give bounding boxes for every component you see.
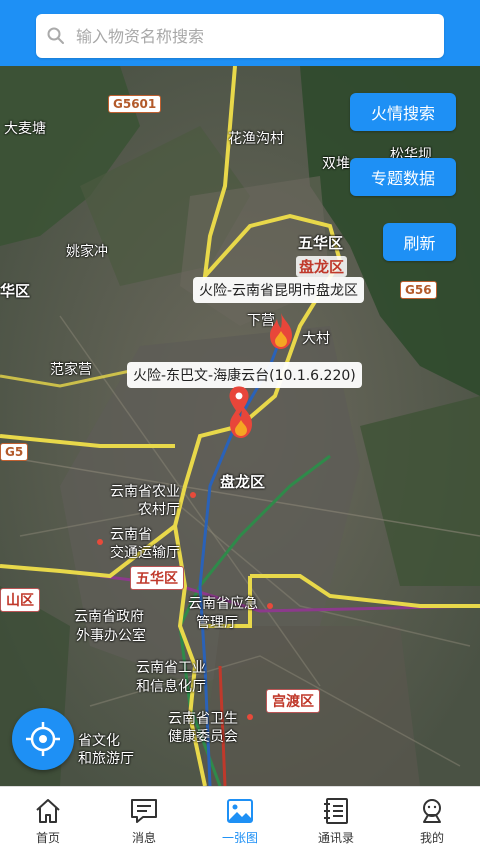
map-label: 健康委员会 bbox=[168, 729, 238, 745]
bottom-nav: 首页 消息 一张图 通讯录 我的 bbox=[0, 786, 480, 854]
road-badge: G5 bbox=[0, 443, 29, 461]
road-badge: G5601 bbox=[108, 95, 162, 113]
refresh-button[interactable]: 刷新 bbox=[383, 223, 456, 261]
fire-icon[interactable] bbox=[226, 400, 256, 440]
top-bar bbox=[0, 0, 480, 66]
map-label: 农村厅 bbox=[138, 502, 180, 518]
nav-item-profile[interactable]: 我的 bbox=[384, 787, 480, 854]
satellite-map[interactable]: 大麦塘 花渔沟村 双堆 松华坝 姚家冲 五华区 盘龙区 华区 范家营 下营 大村… bbox=[0, 66, 480, 786]
nav-label: 首页 bbox=[35, 830, 60, 845]
map-label: 管理厅 bbox=[196, 615, 238, 631]
map-label: 华区 bbox=[0, 282, 31, 300]
map-label: 云南省卫生 bbox=[168, 711, 238, 727]
search-box[interactable] bbox=[36, 14, 444, 58]
message-icon bbox=[131, 798, 157, 823]
locate-button[interactable] bbox=[12, 708, 74, 770]
home-icon bbox=[36, 798, 60, 823]
nav-label: 一张图 bbox=[221, 830, 258, 845]
district-badge: 五华区 bbox=[130, 566, 184, 590]
nav-item-map[interactable]: 一张图 bbox=[192, 787, 288, 854]
topic-data-button[interactable]: 专题数据 bbox=[350, 158, 456, 196]
search-icon bbox=[47, 27, 64, 44]
map-label: 大麦塘 bbox=[4, 121, 46, 137]
map-label: 和旅游厅 bbox=[78, 751, 134, 767]
nav-item-messages[interactable]: 消息 bbox=[96, 787, 192, 854]
contacts-icon bbox=[324, 797, 348, 824]
map-label: 和信息化厅 bbox=[136, 679, 206, 695]
map-image-icon bbox=[227, 798, 253, 823]
map-label: 交通运输厅 bbox=[110, 545, 180, 561]
map-label: 云南省工业 bbox=[136, 660, 206, 676]
map-label: 云南省农业 bbox=[110, 484, 180, 500]
nav-label: 通讯录 bbox=[317, 830, 354, 845]
map-label: 双堆 bbox=[322, 156, 350, 172]
map-label: 范家营 bbox=[50, 362, 92, 378]
nav-label: 消息 bbox=[131, 830, 156, 845]
map-label: 云南省 bbox=[110, 527, 152, 543]
fire-marker-label[interactable]: 火险-云南省昆明市盘龙区 bbox=[193, 277, 365, 303]
map-label: 五华区 bbox=[298, 234, 344, 252]
map-label: 姚家冲 bbox=[66, 244, 108, 260]
map-label: 云南省政府 bbox=[74, 609, 144, 625]
search-input[interactable] bbox=[74, 25, 428, 47]
map-label: 大村 bbox=[302, 331, 330, 347]
map-label: 云南省应急 bbox=[188, 596, 258, 612]
nav-item-contacts[interactable]: 通讯录 bbox=[288, 787, 384, 854]
district-badge: 宫渡区 bbox=[266, 689, 320, 713]
map-label: 外事办公室 bbox=[76, 628, 146, 644]
crosshair-icon bbox=[26, 722, 60, 756]
district-badge: 盘龙区 bbox=[296, 256, 348, 277]
map-label: 省文化 bbox=[78, 733, 120, 749]
app-root: 大麦塘 花渔沟村 双堆 松华坝 姚家冲 五华区 盘龙区 华区 范家营 下营 大村… bbox=[0, 0, 480, 854]
road-badge: G56 bbox=[400, 281, 437, 299]
profile-icon bbox=[423, 798, 441, 823]
fire-search-button[interactable]: 火情搜索 bbox=[350, 93, 456, 131]
nav-label: 我的 bbox=[419, 830, 444, 845]
nav-item-home[interactable]: 首页 bbox=[0, 787, 96, 854]
map-label: 盘龙区 bbox=[220, 473, 266, 491]
district-badge: 山区 bbox=[0, 588, 40, 612]
map-label: 花渔沟村 bbox=[228, 131, 284, 147]
fire-icon[interactable] bbox=[266, 311, 296, 351]
